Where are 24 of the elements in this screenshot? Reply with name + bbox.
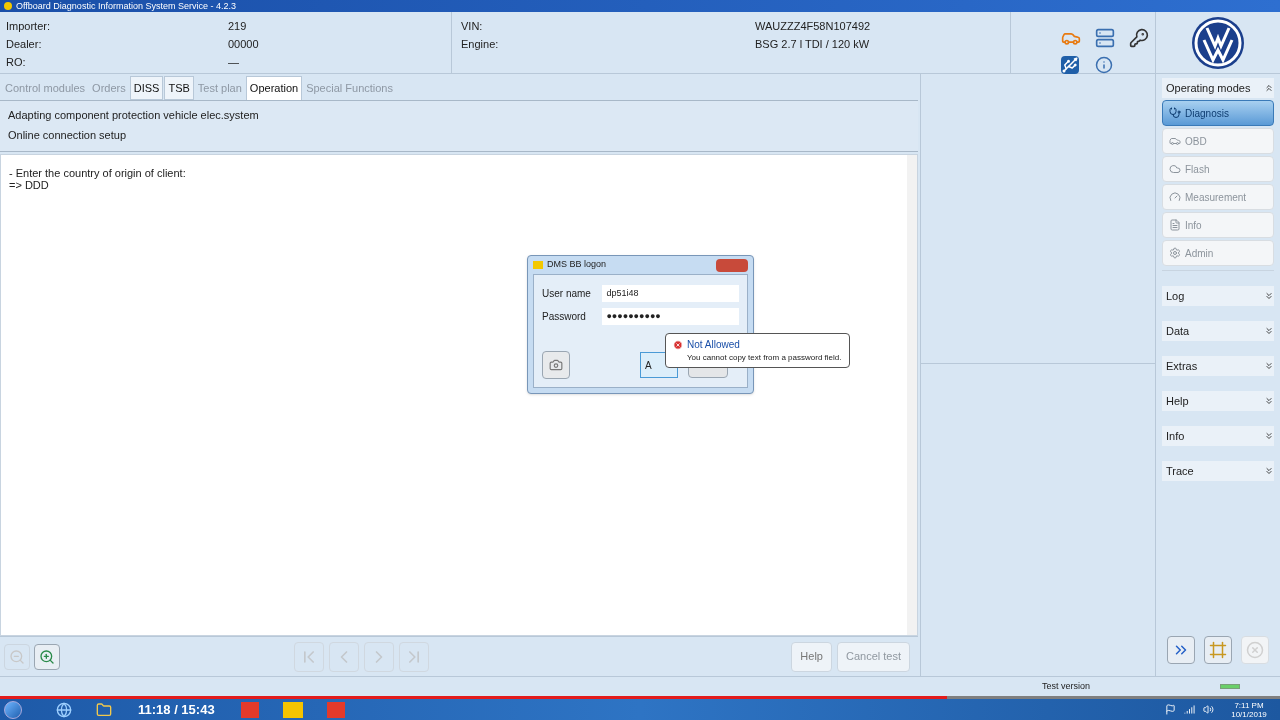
field-value: — [228,55,239,69]
dialog-title: DMS BB logon [547,258,607,272]
status-text: Test version [1041,679,1090,693]
output-line: => DDD [9,179,50,191]
clock-date: 10/1/2019 [1231,709,1267,719]
field-value: 00000 [228,37,259,51]
tooltip-title: Not Allowed [687,338,740,352]
field-value: 219 [228,19,247,33]
clock-time: 7:11 PM [1234,700,1264,710]
output-line: - Enter the country of origin of client: [9,167,187,179]
field-label: User name [542,287,592,301]
field-label: Password [542,310,587,324]
field-label: RO: [6,55,27,69]
field-value: BSG 2.7 l TDI / 120 kW [755,37,870,51]
procedure-line: Online connection setup [8,129,128,142]
video-time: 11:18 / 15:43 [138,703,215,716]
field-label: Dealer: [6,37,43,51]
field-value: WAUZZZ4F58N107492 [755,19,871,33]
field-label: Importer: [6,19,51,33]
field-label: VIN: [461,19,484,33]
procedure-line: Adapting component protection vehicle elec.system [8,109,260,122]
tooltip-message: You cannot copy text from a password field. [686,352,842,364]
field-label: Engine: [461,37,500,51]
window-title: Offboard Diagnostic Information System Service - 4.2.3 [16,1,236,11]
